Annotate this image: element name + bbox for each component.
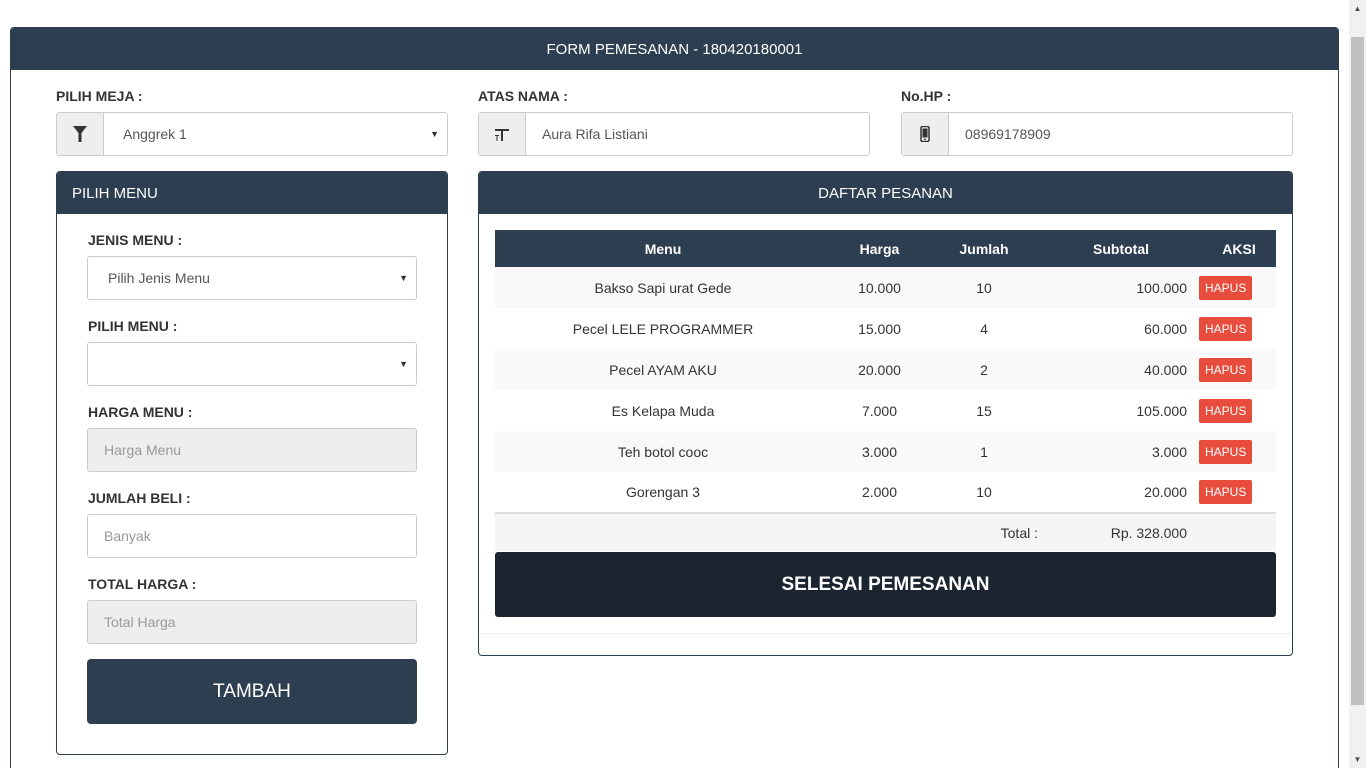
row-jumlah: 10 — [976, 279, 992, 296]
column-header-menu: Menu — [644, 240, 682, 257]
row-subtotal: 20.000 — [1144, 484, 1187, 500]
form-title: FORM PEMESANAN - 180420180001 — [11, 28, 1338, 70]
jumlah-beli-input[interactable] — [87, 514, 417, 558]
scroll-up-icon[interactable]: ▲ — [1349, 0, 1366, 17]
jumlah-beli-label: JUMLAH BELI : — [88, 490, 191, 506]
page-scrollbar[interactable]: ▲ ▼ — [1349, 0, 1366, 768]
row-harga: 15.000 — [858, 320, 901, 337]
total-row: Total : Rp. 328.000 — [495, 513, 1276, 551]
row-menu: Pecel AYAM AKU — [609, 361, 717, 378]
hapus-button[interactable]: HAPUS — [1199, 439, 1253, 464]
scrollbar-thumb[interactable] — [1351, 37, 1364, 705]
table-row: Pecel AYAM AKU 20.000 2 40.000 HAPUS — [495, 349, 1276, 390]
mobile-phone-icon — [902, 113, 949, 155]
jenis-menu-value: Pilih Jenis Menu — [108, 270, 210, 286]
pilih-menu-label: PILIH MENU : — [88, 318, 178, 334]
jenis-menu-label: JENIS MENU : — [88, 232, 183, 248]
row-harga: 10.000 — [858, 279, 901, 296]
meja-select[interactable]: Anggrek 1 ▼ — [56, 112, 448, 156]
chevron-down-icon: ▼ — [399, 273, 408, 283]
column-header-jumlah: Jumlah — [959, 240, 1009, 257]
row-menu: Gorengan 3 — [626, 484, 700, 500]
harga-menu-input[interactable] — [87, 428, 417, 472]
pilih-menu-title: PILIH MENU — [57, 172, 447, 214]
row-harga: 20.000 — [858, 361, 901, 378]
row-subtotal: 60.000 — [1144, 320, 1187, 337]
order-form-panel: FORM PEMESANAN - 180420180001 PILIH MEJA… — [10, 27, 1339, 768]
table-row: Teh botol cooc 3.000 1 3.000 HAPUS — [495, 431, 1276, 472]
chevron-down-icon: ▼ — [430, 129, 439, 139]
row-menu: Bakso Sapi urat Gede — [594, 279, 732, 296]
nama-value: Aura Rifa Listiani — [542, 126, 648, 142]
row-harga: 7.000 — [861, 402, 898, 419]
scroll-down-icon[interactable]: ▼ — [1349, 751, 1366, 768]
meja-label: PILIH MEJA : — [56, 88, 143, 104]
hapus-button[interactable]: HAPUS — [1199, 316, 1253, 341]
table-row: Gorengan 3 2.000 10 20.000 HAPUS — [495, 472, 1276, 513]
nama-label: ATAS NAMA : — [478, 88, 568, 104]
hapus-button[interactable]: HAPUS — [1199, 357, 1253, 382]
row-jumlah: 2 — [980, 361, 988, 378]
total-label: Total : — [1000, 524, 1038, 541]
hapus-button[interactable]: HAPUS — [1199, 480, 1253, 504]
row-jumlah: 10 — [976, 484, 992, 500]
total-harga-input[interactable] — [87, 600, 417, 644]
total-value: Rp. 328.000 — [1110, 524, 1187, 541]
hapus-button[interactable]: HAPUS — [1199, 275, 1253, 300]
table-row: Es Kelapa Muda 7.000 15 105.000 HAPUS — [495, 390, 1276, 431]
tambah-button[interactable]: TAMBAH — [87, 659, 417, 724]
column-header-subtotal: Subtotal — [1093, 240, 1149, 257]
daftar-pesanan-panel: DAFTAR PESANAN Menu Harga Jumlah Subtota… — [478, 171, 1293, 656]
selesai-pemesanan-button[interactable]: SELESAI PEMESANAN — [495, 552, 1276, 617]
row-subtotal: 3.000 — [1151, 443, 1187, 460]
panel-divider — [479, 633, 1292, 634]
chevron-down-icon: ▼ — [399, 359, 408, 369]
row-subtotal: 40.000 — [1144, 361, 1187, 378]
table-header-row: Menu Harga Jumlah Subtotal AKSI — [495, 230, 1276, 267]
hp-label: No.HP : — [901, 88, 952, 104]
row-jumlah: 15 — [976, 402, 992, 419]
hp-value: 08969178909 — [965, 126, 1051, 142]
daftar-pesanan-title: DAFTAR PESANAN — [479, 172, 1292, 214]
filter-icon — [57, 113, 104, 155]
pilih-menu-select[interactable]: ▼ — [87, 342, 417, 386]
pilih-menu-panel: PILIH MENU JENIS MENU : Pilih Jenis Menu… — [56, 171, 448, 755]
orders-table: Menu Harga Jumlah Subtotal AKSI Bakso Sa… — [495, 230, 1276, 551]
row-subtotal: 100.000 — [1136, 279, 1187, 296]
jenis-menu-select[interactable]: Pilih Jenis Menu ▼ — [87, 256, 417, 300]
row-jumlah: 1 — [980, 443, 988, 460]
meja-value: Anggrek 1 — [123, 126, 187, 142]
row-menu: Es Kelapa Muda — [611, 402, 715, 419]
row-harga: 3.000 — [861, 443, 898, 460]
text-height-icon — [479, 113, 526, 155]
row-subtotal: 105.000 — [1136, 402, 1187, 419]
row-menu: Pecel LELE PROGRAMMER — [572, 320, 754, 337]
harga-menu-label: HARGA MENU : — [88, 404, 193, 420]
row-menu: Teh botol cooc — [617, 443, 709, 460]
column-header-harga: Harga — [859, 240, 900, 257]
row-harga: 2.000 — [861, 484, 898, 500]
table-row: Bakso Sapi urat Gede 10.000 10 100.000 H… — [495, 267, 1276, 308]
hapus-button[interactable]: HAPUS — [1199, 398, 1253, 423]
hp-field[interactable]: 08969178909 — [901, 112, 1293, 156]
nama-field[interactable]: Aura Rifa Listiani — [478, 112, 870, 156]
table-row: Pecel LELE PROGRAMMER 15.000 4 60.000 HA… — [495, 308, 1276, 349]
total-harga-label: TOTAL HARGA : — [88, 576, 197, 592]
row-jumlah: 4 — [980, 320, 988, 337]
column-header-aksi: AKSI — [1222, 240, 1256, 257]
